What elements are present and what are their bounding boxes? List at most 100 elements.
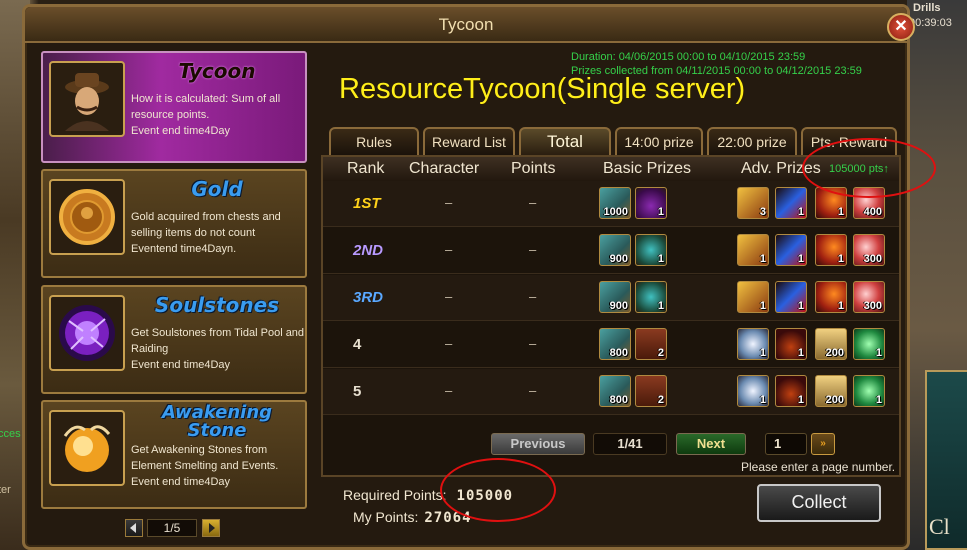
cell-points: – bbox=[529, 336, 537, 351]
soulstone-orb-icon bbox=[49, 295, 125, 371]
gold-coin-icon bbox=[49, 179, 125, 255]
card-description: Get Soulstones from Tidal Pool and Raidi… bbox=[131, 327, 305, 371]
blue-sword-icon[interactable]: 1 bbox=[775, 281, 807, 313]
tab-2200-prize[interactable]: 22:00 prize bbox=[707, 127, 797, 155]
card-event-time: Event end time4Day bbox=[131, 125, 231, 137]
go-page-button[interactable]: » bbox=[811, 433, 835, 455]
rank-label: 2ND bbox=[353, 242, 384, 259]
item-count: 1000 bbox=[603, 206, 628, 218]
page-number-input[interactable]: 1 bbox=[765, 433, 807, 455]
flame-gauntlet-icon[interactable]: 1 bbox=[815, 281, 847, 313]
item-count: 1 bbox=[797, 253, 804, 265]
gold-scroll-icon[interactable]: 200 bbox=[815, 375, 847, 407]
close-button[interactable]: ✕ bbox=[887, 13, 915, 41]
table-row: 5 – – 800 2 1 1 200 1 bbox=[323, 369, 899, 415]
sidebar-pager: 1/5 bbox=[125, 517, 225, 539]
red-orb-icon[interactable]: 300 bbox=[853, 234, 885, 266]
blue-sword-icon[interactable]: 1 bbox=[775, 187, 807, 219]
required-points-label: Required Points: bbox=[343, 487, 447, 503]
skill-book-icon[interactable]: 900 bbox=[599, 234, 631, 266]
item-count: 400 bbox=[863, 206, 882, 218]
tab-reward-list[interactable]: Reward List bbox=[423, 127, 515, 155]
card-description: Gold acquired from chests and selling it… bbox=[131, 211, 281, 255]
item-count: 1 bbox=[837, 253, 844, 265]
rank-label: 4 bbox=[353, 336, 362, 353]
drills-label[interactable]: Drills bbox=[913, 2, 941, 14]
golden-helm-icon[interactable]: 1 bbox=[737, 234, 769, 266]
emerald-gem-icon[interactable]: 1 bbox=[853, 328, 885, 360]
flame-boot-icon[interactable]: 1 bbox=[775, 375, 807, 407]
background-card[interactable]: Cl bbox=[925, 370, 967, 550]
cell-char: – bbox=[445, 383, 453, 398]
card-event-time: Eventend time4Dayn. bbox=[131, 243, 237, 255]
table-row: 1ST – – 1000 1 3 1 1 400 bbox=[323, 181, 899, 227]
item-count: 900 bbox=[609, 300, 628, 312]
teal-armor-icon[interactable]: 1 bbox=[635, 281, 667, 313]
tab-1400-prize[interactable]: 14:00 prize bbox=[615, 127, 703, 155]
skill-book-icon[interactable]: 800 bbox=[599, 375, 631, 407]
awakening-stone-icon bbox=[49, 410, 125, 486]
item-count: 200 bbox=[825, 347, 844, 359]
page-input-hint: Please enter a page number. bbox=[741, 460, 896, 474]
angel-wings-icon[interactable]: 1 bbox=[737, 328, 769, 360]
tab-rules[interactable]: Rules bbox=[329, 127, 419, 155]
skill-book-icon[interactable]: 1000 bbox=[599, 187, 631, 219]
gold-scroll-icon[interactable]: 200 bbox=[815, 328, 847, 360]
collect-button[interactable]: Collect bbox=[757, 484, 881, 522]
page-indicator: 1/41 bbox=[593, 433, 667, 455]
teal-armor-icon[interactable]: 1 bbox=[635, 234, 667, 266]
window-title: Tycoon bbox=[438, 15, 494, 34]
flame-gauntlet-icon[interactable]: 1 bbox=[815, 234, 847, 266]
card-title: Tycoon bbox=[178, 59, 256, 83]
tab-total[interactable]: Total bbox=[519, 127, 611, 155]
red-orb-icon[interactable]: 300 bbox=[853, 281, 885, 313]
game-clock: 00:39:03 bbox=[909, 17, 952, 29]
close-icon: ✕ bbox=[894, 18, 908, 35]
annotation-circle bbox=[802, 138, 936, 198]
rank-label: 1ST bbox=[353, 195, 381, 212]
sidebar-card-soulstones[interactable]: Soulstones Get Soulstones from Tidal Poo… bbox=[41, 285, 307, 394]
skill-book-icon[interactable]: 900 bbox=[599, 281, 631, 313]
previous-page-button[interactable]: Previous bbox=[491, 433, 585, 455]
angel-wings-icon[interactable]: 1 bbox=[737, 375, 769, 407]
item-count: 1 bbox=[797, 394, 804, 406]
skill-book-icon[interactable]: 800 bbox=[599, 328, 631, 360]
table-pager: Previous 1/41 Next 1 » bbox=[491, 433, 911, 455]
col-basic-prizes: Basic Prizes bbox=[603, 160, 692, 177]
golden-helm-icon[interactable]: 3 bbox=[737, 187, 769, 219]
sidebar-card-awakening-stone[interactable]: Awakening Stone Get Awakening Stones fro… bbox=[41, 400, 307, 509]
emerald-gem-icon[interactable]: 1 bbox=[853, 375, 885, 407]
treasure-chest-icon[interactable]: 2 bbox=[635, 328, 667, 360]
table-body: 1ST – – 1000 1 3 1 1 400 2ND – – 900 1 1 1 1 300 3RD – – 900 1… bbox=[323, 181, 899, 417]
item-count: 1 bbox=[759, 253, 766, 265]
item-count: 200 bbox=[825, 394, 844, 406]
purple-potion-icon[interactable]: 1 bbox=[635, 187, 667, 219]
cell-points: – bbox=[529, 242, 537, 257]
item-count: 300 bbox=[863, 253, 882, 265]
item-count: 800 bbox=[609, 394, 628, 406]
blue-sword-icon[interactable]: 1 bbox=[775, 234, 807, 266]
col-character: Character bbox=[409, 160, 480, 177]
cell-char: – bbox=[445, 242, 453, 257]
sidebar-prev-button[interactable] bbox=[125, 519, 143, 537]
sidebar-card-tycoon[interactable]: Tycoon How it is calculated: Sum of all … bbox=[41, 51, 307, 163]
golden-helm-icon[interactable]: 1 bbox=[737, 281, 769, 313]
item-count: 1 bbox=[837, 206, 844, 218]
item-count: 800 bbox=[609, 347, 628, 359]
item-count: 1 bbox=[657, 206, 664, 218]
sidebar-next-button[interactable] bbox=[202, 519, 220, 537]
event-duration: Duration: 04/06/2015 00:00 to 04/10/2015… bbox=[571, 51, 806, 63]
treasure-chest-icon[interactable]: 2 bbox=[635, 375, 667, 407]
cell-char: – bbox=[445, 289, 453, 304]
title-bar[interactable]: Tycoon bbox=[25, 7, 907, 43]
card-title: Soulstones bbox=[154, 293, 280, 317]
item-count: 900 bbox=[609, 253, 628, 265]
background-card-text: Cl bbox=[929, 514, 950, 539]
my-points: My Points: 27064 bbox=[353, 509, 472, 526]
flame-boot-icon[interactable]: 1 bbox=[775, 328, 807, 360]
cell-points: – bbox=[529, 195, 537, 210]
next-page-button[interactable]: Next bbox=[676, 433, 746, 455]
cell-points: – bbox=[529, 289, 537, 304]
sidebar-card-gold[interactable]: Gold Gold acquired from chests and selli… bbox=[41, 169, 307, 278]
table-row: 3RD – – 900 1 1 1 1 300 bbox=[323, 275, 899, 321]
